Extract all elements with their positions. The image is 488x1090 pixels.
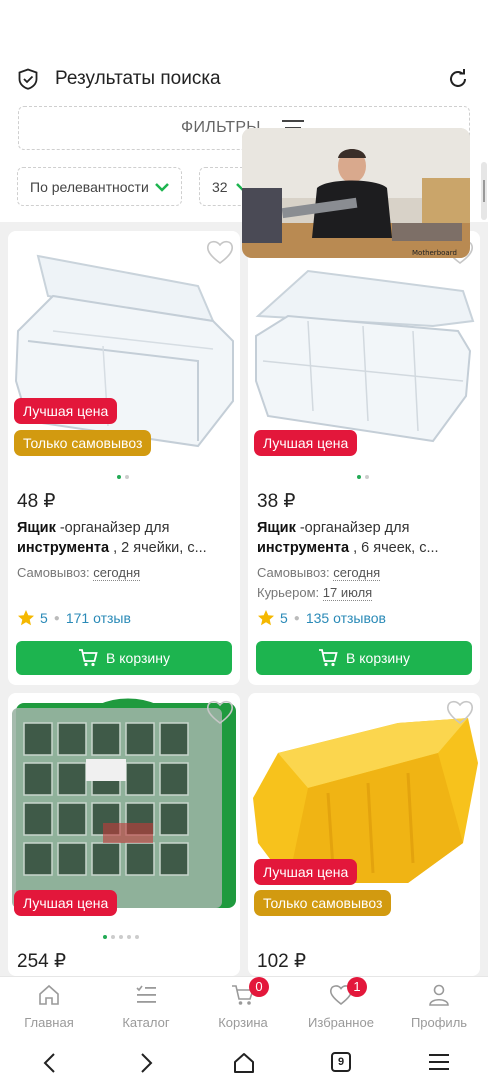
bottom-tab-bar: Главная Каталог Корзина 0 Избранное 1 Пр… [0, 976, 488, 1036]
separator-dot: ● [293, 612, 300, 624]
catalog-icon [136, 985, 156, 1003]
add-to-cart-button[interactable]: В корзину [256, 641, 472, 675]
favorite-heart-icon[interactable] [206, 239, 234, 265]
product-price: 48 ₽ [17, 491, 56, 512]
carousel-dot [103, 935, 107, 939]
pickup-only-badge: Только самовывоз [254, 890, 392, 916]
star-icon [258, 610, 274, 626]
carousel-dot [357, 475, 361, 479]
page-size-value: 32 [212, 179, 228, 195]
courier-date[interactable]: 17 июля [322, 585, 373, 601]
cart-count-badge: 0 [249, 977, 269, 997]
carousel-dot [111, 935, 115, 939]
best-price-badge: Лучшая цена [254, 859, 358, 885]
separator-dot: ● [53, 612, 60, 624]
favorite-heart-icon[interactable] [206, 699, 234, 725]
browser-tabs-button[interactable]: 9 [331, 1052, 351, 1072]
tab-home[interactable]: Главная [4, 983, 94, 1030]
tab-favorites-label: Избранное [308, 1015, 374, 1030]
reviews-link[interactable]: 171 отзыв [66, 610, 131, 626]
courier-info: Курьером: 17 июля [257, 585, 373, 601]
name-text: , 6 ячеек, с... [349, 540, 439, 556]
rating[interactable]: 5 ● 171 отзыв [17, 609, 131, 627]
tab-profile[interactable]: Профиль [394, 983, 484, 1030]
product-name[interactable]: Ящик -органайзер для инструмента , 6 яче… [257, 518, 467, 558]
tab-home-label: Главная [24, 1015, 74, 1030]
video-frame: Motherboard [242, 128, 470, 258]
pickup-label: Самовывоз: [257, 565, 330, 580]
shield-check-icon[interactable] [17, 68, 39, 90]
home-icon [39, 984, 59, 1005]
carousel-dot [365, 475, 369, 479]
carousel-dot [127, 935, 131, 939]
menu-icon[interactable] [429, 1052, 449, 1072]
tab-catalog-label: Каталог [122, 1015, 170, 1030]
tab-favorites[interactable]: Избранное [296, 983, 386, 1030]
tab-cart[interactable]: Корзина [198, 983, 288, 1030]
name-highlight: Ящик [17, 520, 56, 536]
product-name[interactable]: Ящик -органайзер для инструмента , 2 яче… [17, 518, 227, 558]
product-card[interactable]: Лучшая цена 38 ₽ Ящик -органайзер для ин… [248, 231, 480, 685]
rating-value: 5 [280, 610, 288, 626]
pickup-info: Самовывоз: сегодня [257, 565, 381, 581]
header: Результаты поиска [0, 60, 488, 98]
courier-label: Курьером: [257, 585, 320, 600]
refresh-icon[interactable] [446, 67, 470, 91]
name-highlight: Ящик [257, 520, 296, 536]
favorites-count-badge: 1 [347, 977, 367, 997]
pickup-date[interactable]: сегодня [333, 565, 381, 581]
add-to-cart-label: В корзину [346, 650, 410, 666]
sort-dropdown[interactable]: По релевантности [17, 167, 182, 206]
add-to-cart-button[interactable]: В корзину [16, 641, 232, 675]
star-icon [18, 610, 34, 626]
rating-value: 5 [40, 610, 48, 626]
carousel-dot [125, 475, 129, 479]
image-carousel-dots [117, 475, 129, 483]
best-price-badge: Лучшая цена [254, 430, 358, 456]
sort-label: По релевантности [30, 179, 149, 195]
product-card[interactable]: Лучшая цена 254 ₽ [8, 693, 240, 976]
floating-video-player[interactable]: Motherboard [242, 128, 470, 258]
home-nav-icon[interactable] [232, 1052, 256, 1074]
reviews-link[interactable]: 135 отзывов [306, 610, 386, 626]
name-highlight: инструмента [257, 540, 350, 556]
profile-icon [429, 984, 449, 1006]
carousel-dot [135, 935, 139, 939]
product-card[interactable]: Лучшая цена Только самовывоз 102 ₽ [248, 693, 480, 976]
product-price: 254 ₽ [17, 951, 67, 972]
name-text: -органайзер для [55, 520, 170, 536]
name-text: -органайзер для [295, 520, 410, 536]
scroll-handle[interactable] [480, 162, 488, 220]
page-title: Результаты поиска [55, 68, 221, 89]
pickup-date[interactable]: сегодня [93, 565, 141, 581]
back-icon[interactable] [40, 1052, 60, 1074]
product-price: 38 ₽ [257, 491, 296, 512]
add-to-cart-label: В корзину [106, 650, 170, 666]
cart-icon [319, 649, 338, 667]
rating[interactable]: 5 ● 135 отзывов [257, 609, 386, 627]
tab-catalog[interactable]: Каталог [101, 983, 191, 1030]
pickup-info: Самовывоз: сегодня [17, 565, 141, 581]
tab-cart-label: Корзина [218, 1015, 268, 1030]
product-card[interactable]: Лучшая цена Только самовывоз 48 ₽ Ящик -… [8, 231, 240, 685]
system-navigation-bar: 9 [0, 1036, 488, 1090]
pickup-only-badge: Только самовывоз [14, 430, 152, 456]
carousel-dot [117, 475, 121, 479]
best-price-badge: Лучшая цена [14, 890, 118, 916]
image-carousel-dots [357, 475, 369, 483]
product-price: 102 ₽ [257, 951, 307, 972]
carousel-dot [119, 935, 123, 939]
best-price-badge: Лучшая цена [14, 398, 118, 424]
name-text: , 2 ячейки, с... [109, 540, 207, 556]
favorite-heart-icon[interactable] [446, 699, 474, 725]
forward-icon[interactable] [136, 1052, 156, 1074]
cart-icon [79, 649, 98, 667]
name-highlight: инструмента [17, 540, 110, 556]
image-carousel-dots [103, 935, 139, 943]
pickup-label: Самовывоз: [17, 565, 90, 580]
video-caption: Motherboard [412, 249, 457, 257]
chevron-down-icon [155, 183, 169, 192]
tab-profile-label: Профиль [410, 1015, 468, 1030]
